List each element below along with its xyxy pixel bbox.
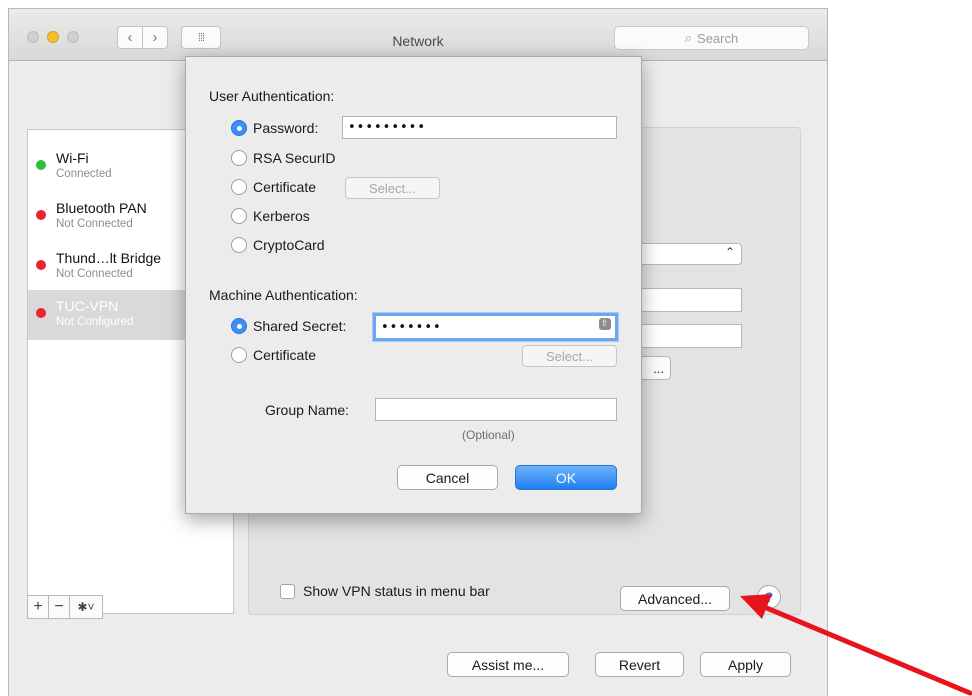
annotation-arrow	[740, 594, 972, 696]
screenshot: ‹ › ⁞⁞⁞ Network ⌕ Search Wi-Fi Connected…	[0, 0, 972, 696]
arrow-shaft	[759, 603, 972, 696]
